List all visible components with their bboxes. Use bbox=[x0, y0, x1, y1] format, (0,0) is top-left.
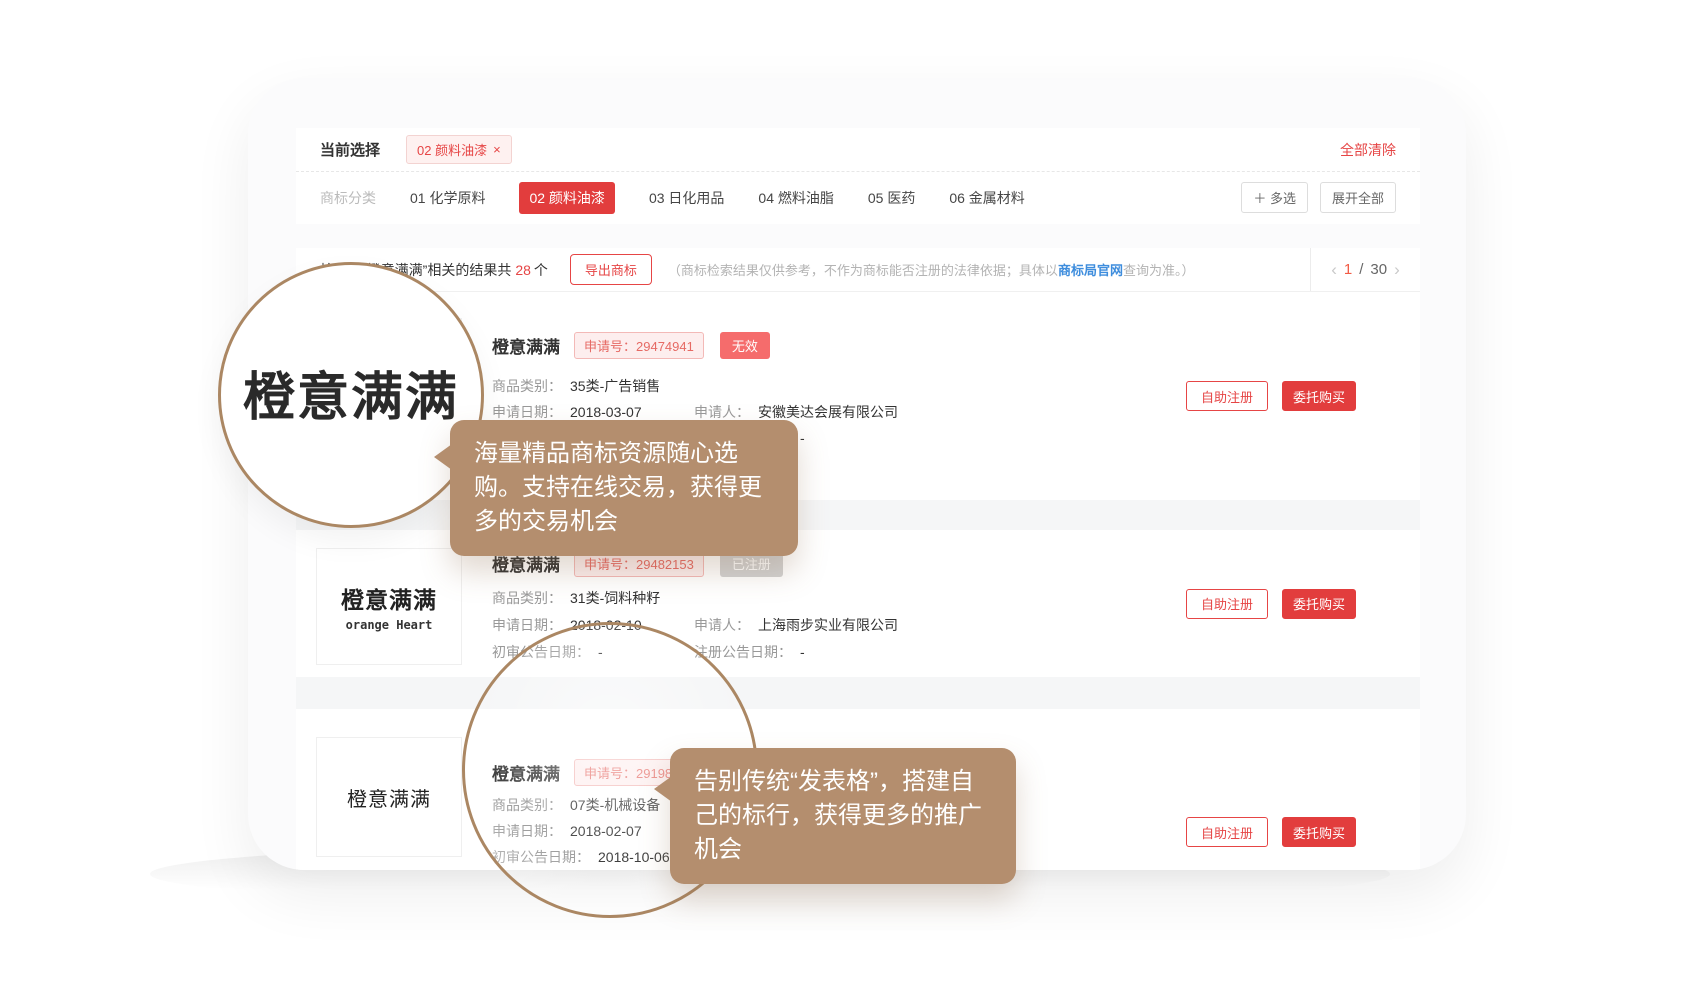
tooltip-text: 海量精品商标资源随心选购。支持在线交易，获得更多的交易机会 bbox=[474, 440, 762, 535]
row-actions: 自助注册 委托购买 bbox=[1186, 817, 1356, 847]
field-value: 35类-广告销售 bbox=[570, 373, 660, 399]
category-item-06[interactable]: 06 金属材料 bbox=[949, 188, 1024, 208]
results-header: 检索到“橙意满满”相关的结果共28个 导出商标 （商标检索结果仅供参考，不作为商… bbox=[296, 248, 1420, 292]
category-item-05[interactable]: 05 医药 bbox=[868, 188, 915, 208]
current-selection-row: 当前选择 02 颜料油漆 × 全部清除 bbox=[296, 128, 1420, 172]
trademark-thumbnail[interactable]: 橙意满满 bbox=[316, 737, 462, 857]
close-icon[interactable]: × bbox=[493, 142, 501, 157]
entrust-buy-button[interactable]: 委托购买 bbox=[1282, 589, 1356, 619]
tooltip-promotion: 告别传统“发表格”，搭建自己的标行，获得更多的推广机会 bbox=[670, 748, 1016, 884]
page-total: 30 bbox=[1370, 261, 1387, 278]
status-badge: 无效 bbox=[720, 332, 770, 359]
tooltip-arrow-icon bbox=[434, 444, 452, 470]
field-label: 商品类别： bbox=[492, 585, 562, 612]
pagination: ‹ 1 / 30 › bbox=[1310, 248, 1420, 291]
tooltip-arrow-icon bbox=[654, 776, 672, 802]
results-count-number: 28 bbox=[515, 262, 531, 278]
field-label: 商品类别： bbox=[492, 373, 562, 399]
category-item-03[interactable]: 03 日化用品 bbox=[649, 188, 724, 208]
self-register-button[interactable]: 自助注册 bbox=[1186, 817, 1268, 847]
results-summary: 检索到“橙意满满”相关的结果共28个 导出商标 （商标检索结果仅供参考，不作为商… bbox=[296, 248, 1310, 291]
tooltip-text: 告别传统“发表格”，搭建自己的标行，获得更多的推广机会 bbox=[694, 768, 982, 863]
expand-all-button[interactable]: 展开全部 bbox=[1320, 182, 1396, 213]
trademark-office-link[interactable]: 商标局官网 bbox=[1058, 263, 1123, 278]
magnified-logo-text: 橙意满满 bbox=[243, 355, 459, 430]
field-value: - bbox=[800, 425, 805, 451]
filter-actions: ＋ 多选 展开全部 bbox=[1241, 182, 1396, 213]
current-selection-label: 当前选择 bbox=[320, 139, 380, 160]
category-label: 商标分类 bbox=[320, 188, 376, 208]
thumbnail-logo-text: 橙意满满 bbox=[347, 783, 431, 812]
entrust-buy-button[interactable]: 委托购买 bbox=[1282, 817, 1356, 847]
field-value: 上海雨步实业有限公司 bbox=[758, 612, 898, 639]
magnifier-circle: 橙意满满 bbox=[218, 262, 484, 528]
field-value: - bbox=[800, 639, 805, 666]
tooltip-marketplace: 海量精品商标资源随心选购。支持在线交易，获得更多的交易机会 bbox=[450, 420, 798, 556]
export-trademarks-button[interactable]: 导出商标 bbox=[570, 254, 652, 285]
thumbnail-logo-subtext: orange Heart bbox=[346, 618, 433, 632]
results-disclaimer: （商标检索结果仅供参考，不作为商标能否注册的法律依据；具体以商标局官网查询为准。… bbox=[668, 260, 1195, 279]
selected-filter-tag-label: 02 颜料油漆 bbox=[417, 140, 487, 159]
field-value: 31类-饲料种籽 bbox=[570, 585, 660, 612]
application-number-tag: 申请号：29474941 bbox=[574, 332, 704, 359]
filter-panel: 当前选择 02 颜料油漆 × 全部清除 商标分类 01 化学原料 02 颜料油漆… bbox=[296, 128, 1420, 224]
chevron-left-icon[interactable]: ‹ bbox=[1331, 261, 1337, 278]
entrust-buy-button[interactable]: 委托购买 bbox=[1282, 381, 1356, 411]
page-current: 1 bbox=[1344, 261, 1352, 278]
category-item-01[interactable]: 01 化学原料 bbox=[410, 188, 485, 208]
page-separator: / bbox=[1359, 261, 1363, 278]
selected-filter-tag[interactable]: 02 颜料油漆 × bbox=[406, 135, 512, 164]
category-row: 商标分类 01 化学原料 02 颜料油漆 03 日化用品 04 燃料油脂 05 … bbox=[296, 172, 1420, 223]
row-divider bbox=[296, 677, 1420, 709]
self-register-button[interactable]: 自助注册 bbox=[1186, 589, 1268, 619]
clear-all-button[interactable]: 全部清除 bbox=[1340, 140, 1396, 160]
thumbnail-logo-text: 橙意满满 bbox=[341, 581, 437, 615]
self-register-button[interactable]: 自助注册 bbox=[1186, 381, 1268, 411]
multi-select-button[interactable]: ＋ 多选 bbox=[1241, 182, 1308, 213]
field-label: 申请人： bbox=[694, 612, 750, 639]
category-item-04[interactable]: 04 燃料油脂 bbox=[758, 188, 833, 208]
row-actions: 自助注册 委托购买 bbox=[1186, 589, 1356, 619]
chevron-right-icon[interactable]: › bbox=[1394, 261, 1400, 278]
row-actions: 自助注册 委托购买 bbox=[1186, 381, 1356, 411]
trademark-thumbnail[interactable]: 橙意满满 orange Heart bbox=[316, 548, 462, 665]
category-item-02-selected[interactable]: 02 颜料油漆 bbox=[519, 182, 614, 214]
trademark-name[interactable]: 橙意满满 bbox=[492, 333, 560, 358]
